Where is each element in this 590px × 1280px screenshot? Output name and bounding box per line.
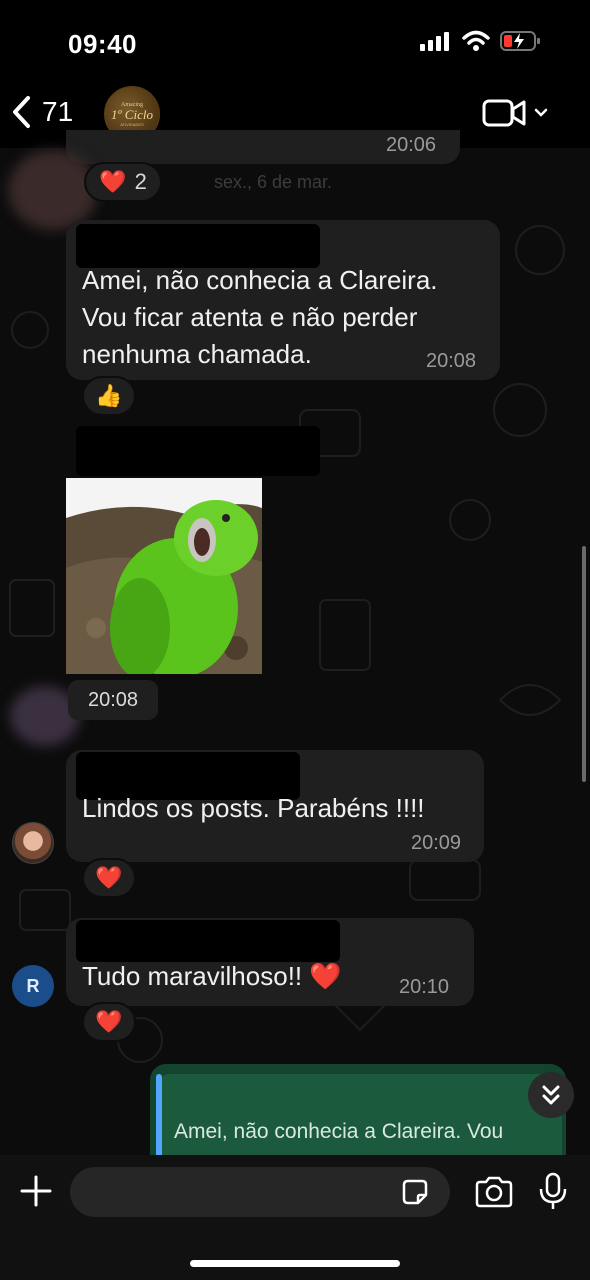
avatar-text-main: 1º Ciclo bbox=[111, 106, 153, 122]
message-time: 20:10 bbox=[399, 976, 450, 998]
message-line: Tudo maravilhoso!! ❤️ bbox=[82, 961, 342, 991]
microphone-icon[interactable] bbox=[536, 1171, 570, 1211]
sticker-icon[interactable] bbox=[400, 1177, 430, 1207]
battery-charging-icon bbox=[500, 31, 540, 51]
message-time: 20:08 bbox=[87, 688, 139, 711]
heart-icon: ❤️ bbox=[99, 169, 127, 194]
double-chevron-down-icon bbox=[542, 1085, 560, 1105]
unread-count: 71 bbox=[42, 96, 74, 127]
video-call-button[interactable] bbox=[482, 98, 548, 128]
outgoing-reply-bubble[interactable]: Amei, não conhecia a Clareira. Vou bbox=[150, 1064, 566, 1164]
message-line: Lindos os posts. Parabéns !!!! bbox=[82, 793, 425, 823]
message-bubble[interactable]: Tudo maravilhoso!! ❤️ 20:10 bbox=[66, 918, 474, 1006]
message-line: Vou ficar atenta e não perder bbox=[82, 302, 418, 332]
wifi-icon bbox=[462, 30, 490, 51]
quote-accent-bar bbox=[156, 1074, 162, 1164]
reaction-badge[interactable]: ❤️ bbox=[82, 858, 136, 898]
status-time: 09:40 bbox=[68, 29, 137, 59]
message-time: 20:08 bbox=[426, 350, 477, 372]
sender-avatar[interactable]: R bbox=[12, 965, 54, 1007]
message-line: nenhuma chamada. bbox=[82, 339, 312, 369]
chevron-left-icon bbox=[13, 96, 30, 128]
redacted-sender-name bbox=[76, 426, 320, 476]
avatar-text-bottom: ATIVIDADES bbox=[120, 121, 144, 127]
reaction-badge[interactable]: 👍 bbox=[82, 376, 136, 416]
reaction-badge[interactable]: ❤️ bbox=[82, 1002, 136, 1042]
message-time-pill: 20:08 bbox=[68, 680, 158, 720]
heart-icon: ❤️ bbox=[95, 1009, 123, 1034]
quoted-text: Amei, não conhecia a Clareira. Vou bbox=[174, 1120, 504, 1143]
message-text: Amei, não conhecia a Clareira. Vou ficar… bbox=[82, 262, 438, 373]
home-indicator bbox=[190, 1260, 400, 1267]
camera-icon[interactable] bbox=[474, 1175, 514, 1209]
message-bubble[interactable]: Lindos os posts. Parabéns !!!! 20:09 bbox=[66, 750, 484, 862]
heart-icon: ❤️ bbox=[95, 865, 123, 890]
scrollbar[interactable] bbox=[582, 546, 586, 782]
video-camera-icon bbox=[482, 99, 526, 127]
back-button[interactable]: 71 bbox=[10, 92, 73, 132]
date-label: sex., 6 de mar. bbox=[214, 172, 333, 192]
thumbs-up-icon: 👍 bbox=[95, 383, 123, 408]
message-bubble[interactable]: Amei, não conhecia a Clareira. Vou ficar… bbox=[66, 220, 500, 380]
message-time: 20:06 bbox=[386, 134, 437, 156]
chevron-down-icon bbox=[534, 108, 548, 117]
sticker-image[interactable] bbox=[66, 478, 262, 674]
scroll-to-bottom-button[interactable] bbox=[528, 1072, 574, 1118]
message-time: 20:09 bbox=[411, 832, 462, 854]
status-bar: 09:40 bbox=[0, 0, 590, 80]
reaction-count: 2 bbox=[134, 169, 147, 194]
sender-avatar[interactable] bbox=[8, 150, 98, 230]
message-input[interactable] bbox=[88, 1175, 388, 1209]
reaction-badge[interactable]: ❤️ 2 bbox=[84, 162, 162, 202]
message-bubble[interactable]: 20:06 bbox=[66, 130, 460, 164]
message-input-box[interactable] bbox=[70, 1167, 450, 1217]
status-icons bbox=[420, 30, 542, 52]
message-text: Tudo maravilhoso!! ❤️ bbox=[82, 958, 342, 995]
signal-icon bbox=[420, 32, 449, 51]
parrot-image bbox=[66, 478, 262, 674]
message-text: Lindos os posts. Parabéns !!!! bbox=[82, 790, 425, 827]
message-line: Amei, não conhecia a Clareira. bbox=[82, 265, 438, 295]
quoted-message bbox=[162, 1074, 562, 1164]
redacted-sender-name bbox=[76, 920, 340, 962]
plus-icon[interactable] bbox=[18, 1173, 54, 1209]
message-composer bbox=[0, 1155, 590, 1280]
sender-avatar[interactable] bbox=[12, 822, 54, 864]
